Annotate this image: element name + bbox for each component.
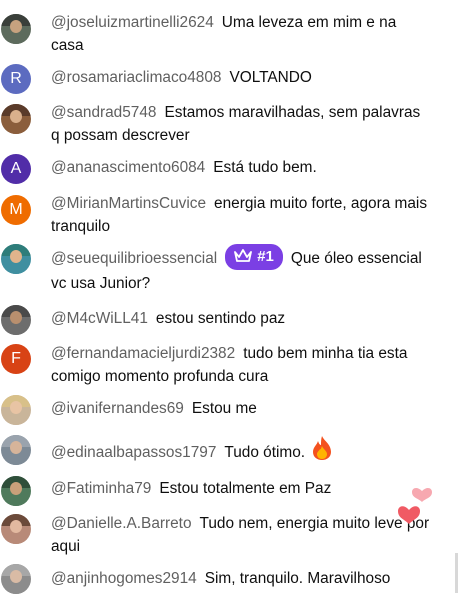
- avatar-body: [5, 533, 27, 544]
- avatar-body: [5, 324, 27, 335]
- message-body: @anjinhogomes2914 Sim, tranquilo. Maravil…: [51, 567, 431, 590]
- author-name[interactable]: @ivanifernandes69: [51, 400, 184, 417]
- author-name[interactable]: @fernandamacieljurdi2382: [51, 345, 235, 362]
- avatar-face: [10, 20, 22, 33]
- avatar-face: [10, 250, 22, 263]
- message-body: @MirianMartinsCuvice energia muito forte,…: [51, 192, 431, 238]
- author-name[interactable]: @ananascimento6084: [51, 159, 205, 176]
- avatar-face: [10, 520, 22, 533]
- avatar-body: [5, 33, 27, 44]
- fire-icon: [305, 436, 335, 461]
- avatar[interactable]: [1, 476, 31, 506]
- author-name[interactable]: @Danielle.A.Barreto: [51, 515, 192, 532]
- message-body: @fernandamacieljurdi2382 tudo bem minha t…: [51, 342, 431, 388]
- author-name[interactable]: @M4cWiLL41: [51, 310, 148, 327]
- message-text: Está tudo bem.: [213, 159, 317, 176]
- message-body: @ananascimento6084 Está tudo bem.: [51, 156, 431, 179]
- avatar[interactable]: [1, 564, 31, 594]
- avatar[interactable]: [1, 104, 31, 134]
- message-text: Sim, tranquilo. Maravilhoso: [204, 570, 391, 587]
- avatar[interactable]: A: [1, 154, 31, 184]
- rank-badge: #1: [225, 244, 283, 270]
- message-text: Estou totalmente em Paz: [159, 480, 332, 497]
- message-body: @edinaalbapassos1797 Tudo ótimo.: [51, 434, 431, 464]
- heart-icon: [412, 488, 432, 502]
- message-body: @joseluizmartinelli2624 Uma leveza em mim…: [51, 11, 431, 57]
- rank-badge-label: #1: [257, 248, 274, 265]
- avatar-face: [10, 110, 22, 123]
- avatar-body: [5, 495, 27, 506]
- avatar[interactable]: [1, 514, 31, 544]
- author-name[interactable]: @joseluizmartinelli2624: [51, 14, 214, 31]
- avatar-body: [5, 123, 27, 134]
- avatar-body: [5, 454, 27, 465]
- avatar-letter: F: [11, 350, 21, 367]
- live-chat-list: @joseluizmartinelli2624 Uma leveza em mim…: [0, 0, 458, 602]
- avatar-face: [10, 441, 22, 454]
- author-name[interactable]: @MirianMartinsCuvice: [51, 195, 206, 212]
- avatar[interactable]: [1, 244, 31, 274]
- message-body: @Fatiminha79 Estou totalmente em Paz: [51, 477, 431, 500]
- avatar[interactable]: M: [1, 195, 31, 225]
- avatar-letter: R: [10, 70, 22, 87]
- author-name[interactable]: @edinaalbapassos1797: [51, 444, 216, 461]
- message-body: @M4cWiLL41 estou sentindo paz: [51, 307, 431, 330]
- message-body: @seuequilibrioessencial #1 Que óleo essenc…: [51, 244, 431, 295]
- avatar[interactable]: [1, 305, 31, 335]
- author-name[interactable]: @anjinhogomes2914: [51, 570, 197, 587]
- avatar-body: [5, 414, 27, 425]
- avatar[interactable]: [1, 395, 31, 425]
- avatar-face: [10, 311, 22, 324]
- avatar-face: [10, 570, 22, 583]
- author-name[interactable]: @rosamariaclimaco4808: [51, 69, 221, 86]
- avatar[interactable]: F: [1, 344, 31, 374]
- heart-reactions: [396, 484, 436, 534]
- author-name[interactable]: @sandrad5748: [51, 104, 156, 121]
- avatar-letter: A: [10, 160, 22, 177]
- message-body: @rosamariaclimaco4808 VOLTANDO: [51, 66, 431, 89]
- heart-icon: [398, 506, 420, 524]
- author-name[interactable]: @Fatiminha79: [51, 480, 151, 497]
- message-body: @ivanifernandes69 Estou me: [51, 397, 431, 420]
- avatar[interactable]: [1, 14, 31, 44]
- author-name[interactable]: @seuequilibrioessencial: [51, 250, 217, 267]
- avatar[interactable]: [1, 435, 31, 465]
- message-body: @sandrad5748 Estamos maravilhadas, sem pa…: [51, 101, 431, 147]
- message-body: @Danielle.A.Barreto Tudo nem, energia mui…: [51, 512, 431, 558]
- message-text: VOLTANDO: [229, 69, 312, 86]
- message-text: Tudo ótimo.: [224, 444, 306, 461]
- avatar-face: [10, 482, 22, 495]
- avatar-face: [10, 401, 22, 414]
- avatar-body: [5, 583, 27, 594]
- avatar-letter: M: [9, 201, 23, 218]
- crown-icon: [234, 249, 253, 262]
- avatar-body: [5, 263, 27, 274]
- message-text: estou sentindo paz: [155, 310, 286, 327]
- message-text: Estou me: [191, 400, 257, 417]
- avatar[interactable]: R: [1, 64, 31, 94]
